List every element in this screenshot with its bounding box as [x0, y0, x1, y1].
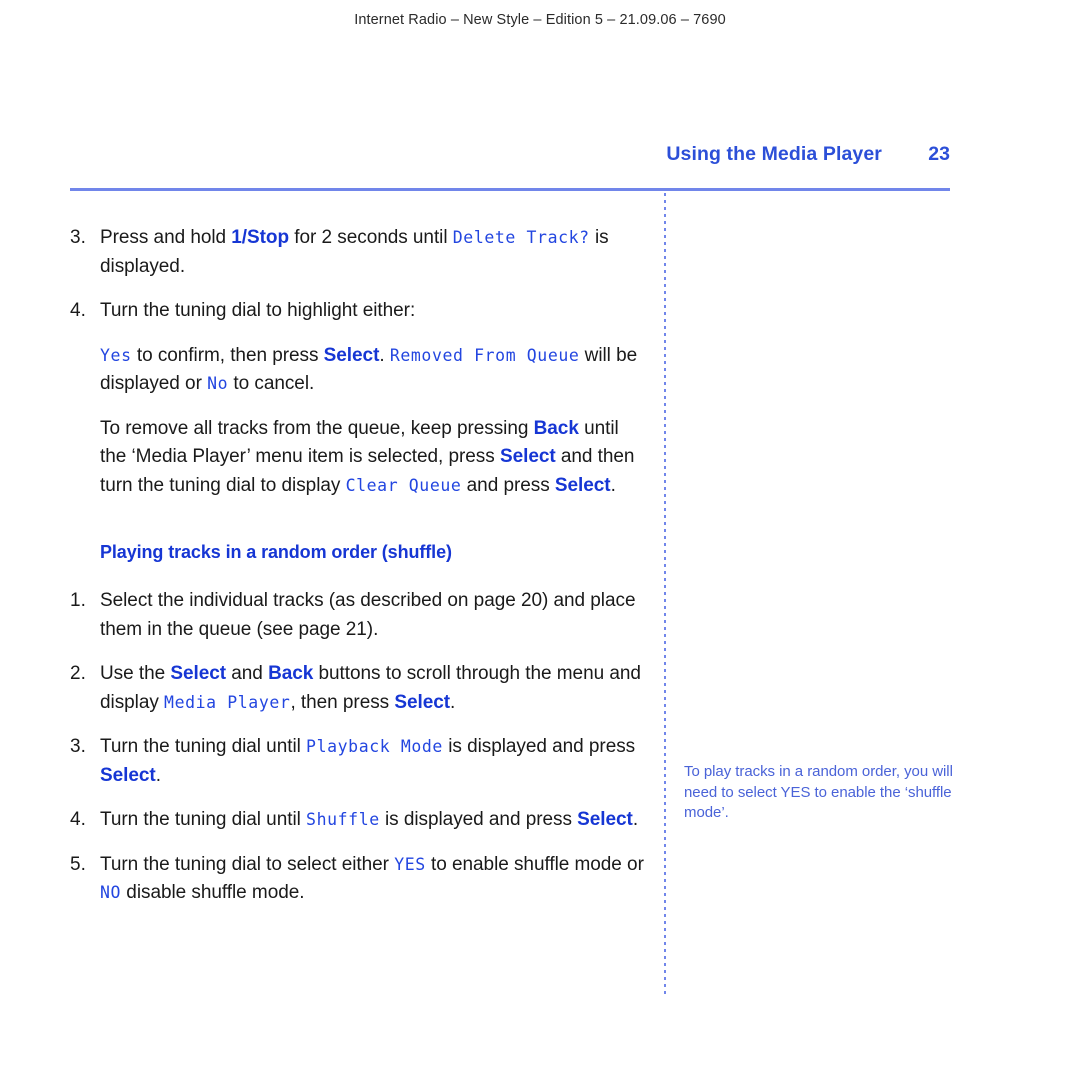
hardware-button-name: Back	[533, 417, 579, 439]
list-item-text: Turn the tuning dial until Shuffle is di…	[100, 809, 639, 830]
list-item: 1. Select the individual tracks (as desc…	[70, 587, 650, 644]
list-item-number: 4.	[70, 300, 86, 321]
lcd-display-text: Media Player	[164, 692, 291, 712]
steps-shuffle-list: 1. Select the individual tracks (as desc…	[70, 587, 650, 908]
side-note: To play tracks in a random order, you wi…	[684, 763, 953, 821]
confirm-paragraph: Yes to confirm, then press Select. Remov…	[100, 344, 638, 395]
list-item: 4. Turn the tuning dial until Shuffle is…	[70, 806, 650, 835]
hardware-button-name: Select	[100, 764, 156, 786]
hardware-button-name: Select	[170, 663, 227, 684]
list-item: 3. Press and hold 1/Stop for 2 seconds u…	[70, 224, 650, 281]
lcd-display-text: NO	[100, 883, 122, 902]
list-item-text: Turn the tuning dial to highlight either…	[100, 300, 416, 321]
steps-top-list: 3. Press and hold 1/Stop for 2 seconds u…	[70, 224, 650, 326]
lcd-display-text: Playback Mode	[306, 737, 443, 756]
clear-queue-paragraph: To remove all tracks from the queue, kee…	[100, 417, 635, 496]
list-item-number: 3.	[70, 227, 86, 248]
list-item-text: Use the Select and Back buttons to scrol…	[100, 663, 641, 713]
list-item-text: Turn the tuning dial to select either YE…	[100, 853, 644, 904]
section-heading: Playing tracks in a random order (shuffl…	[100, 542, 452, 562]
lcd-display-text: Delete Track?	[452, 228, 590, 247]
hardware-button-name: Select	[554, 474, 611, 496]
list-item: 5. Turn the tuning dial to select either…	[70, 851, 650, 908]
document-header-line: Internet Radio – New Style – Edition 5 –…	[354, 12, 726, 28]
list-item-number: 2.	[70, 663, 86, 684]
main-content-column: 3. Press and hold 1/Stop for 2 seconds u…	[70, 224, 650, 924]
list-item-text: Turn the tuning dial until Playback Mode…	[100, 736, 636, 786]
list-item: 2. Use the Select and Back buttons to sc…	[70, 660, 650, 717]
column-divider-dotted	[664, 193, 666, 996]
list-item-text: Select the individual tracks (as describ…	[100, 590, 636, 640]
header-divider-rule	[70, 188, 950, 191]
list-item-number: 3.	[70, 736, 86, 757]
lcd-display-text: Yes	[100, 345, 132, 365]
list-item-text: Press and hold 1/Stop for 2 seconds unti…	[100, 227, 609, 277]
list-item-number: 4.	[70, 809, 86, 830]
list-item-number: 5.	[70, 853, 86, 875]
page-title: Using the Media Player	[666, 143, 882, 165]
page-number: 23	[928, 143, 950, 165]
hardware-button-name: Select	[577, 809, 633, 830]
hardware-button-name: Select	[323, 344, 380, 366]
list-item-number: 1.	[70, 590, 86, 611]
lcd-display-text: Clear Queue	[345, 475, 462, 495]
list-item: 3. Turn the tuning dial until Playback M…	[70, 733, 650, 790]
list-item: 4. Turn the tuning dial to highlight eit…	[70, 297, 650, 326]
lcd-display-text: No	[207, 374, 229, 393]
lcd-display-text: Removed From Queue	[389, 345, 580, 365]
hardware-button-name: Select	[499, 446, 556, 467]
hardware-button-name: Select	[394, 691, 451, 713]
lcd-display-text: YES	[394, 854, 426, 874]
running-head: Using the Media Player 23	[70, 143, 950, 166]
lcd-display-text: Shuffle	[306, 810, 380, 829]
hardware-button-name: 1/Stop	[231, 227, 290, 248]
hardware-button-name: Back	[268, 663, 314, 684]
